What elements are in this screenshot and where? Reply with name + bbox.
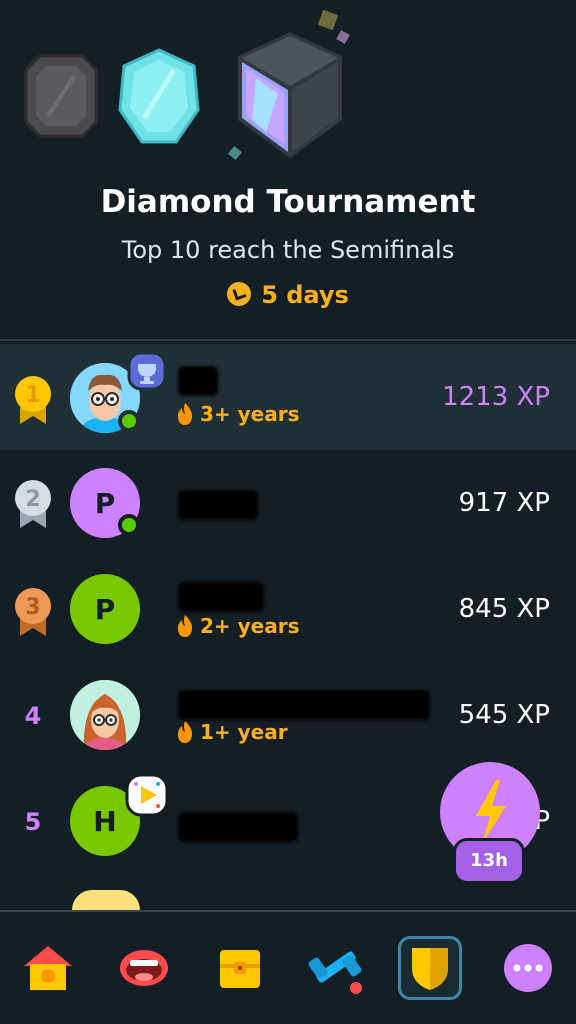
diamond-league-badge-icon bbox=[227, 9, 350, 161]
rank-label: 4 bbox=[24, 702, 42, 730]
video-badge-icon bbox=[125, 773, 169, 817]
redacted-username bbox=[178, 812, 298, 842]
treasure-chest-icon bbox=[220, 950, 260, 988]
header-divider bbox=[0, 339, 576, 341]
more-icon bbox=[504, 944, 552, 992]
bronze-medal-icon: 3 bbox=[15, 588, 51, 636]
xp-value: 545 XP bbox=[458, 700, 550, 730]
partial-avatar bbox=[72, 890, 140, 910]
redacted-username bbox=[178, 690, 430, 720]
streak-info: 3+ years bbox=[176, 402, 300, 426]
rank-label: 2 bbox=[25, 487, 40, 512]
xp-value: 917 XP bbox=[458, 488, 550, 518]
tournament-header: Diamond Tournament Top 10 reach the Semi… bbox=[0, 0, 576, 340]
rank-label: 1 bbox=[25, 383, 40, 408]
streak-label: 2+ years bbox=[200, 614, 300, 638]
flame-icon bbox=[177, 721, 193, 743]
bottom-tab-bar bbox=[0, 910, 576, 1024]
tab-home[interactable] bbox=[16, 936, 80, 1000]
avatar[interactable]: P bbox=[70, 574, 140, 644]
avatar-illustration-icon bbox=[70, 680, 140, 750]
clock-icon bbox=[227, 282, 252, 306]
streak-info: 2+ years bbox=[176, 614, 300, 638]
gold-medal-icon: 1 bbox=[15, 376, 51, 424]
flame-icon bbox=[177, 615, 193, 637]
amethyst-league-badge-icon bbox=[24, 54, 98, 138]
leaderboard-row[interactable]: 3 P 2+ years 845 XP bbox=[0, 556, 576, 662]
tab-chest[interactable] bbox=[208, 936, 272, 1000]
dumbbell-icon bbox=[308, 951, 362, 994]
leaderboard-row[interactable]: 4 1+ year 545 XP bbox=[0, 662, 576, 768]
avatar[interactable] bbox=[70, 680, 140, 750]
tournament-title: Diamond Tournament bbox=[100, 184, 476, 220]
tournament-subtitle: Top 10 reach the Semifinals bbox=[121, 236, 455, 264]
tab-leagues[interactable] bbox=[398, 936, 462, 1000]
streak-info: 1+ year bbox=[176, 720, 288, 744]
rank-label: 5 bbox=[24, 808, 42, 836]
tab-practice[interactable] bbox=[304, 936, 368, 1000]
sapphire-league-badge-icon bbox=[118, 48, 200, 144]
redacted-username bbox=[178, 366, 218, 396]
trophy-badge-icon bbox=[127, 351, 167, 391]
flame-icon bbox=[177, 403, 193, 425]
redacted-username bbox=[178, 582, 264, 612]
online-status-indicator bbox=[118, 514, 140, 536]
xp-value: 1213 XP bbox=[442, 382, 550, 412]
home-icon bbox=[24, 946, 72, 990]
league-shield-icon bbox=[412, 948, 448, 990]
leaderboard-row[interactable]: 2 P 917 XP bbox=[0, 450, 576, 556]
leaderboard-row[interactable]: 1 3+ years 1213 XP bbox=[0, 344, 576, 450]
rank-label: 3 bbox=[25, 595, 40, 620]
streak-label: 3+ years bbox=[200, 402, 300, 426]
tab-speaking[interactable] bbox=[112, 936, 176, 1000]
days-left-label: 5 days bbox=[261, 281, 349, 309]
silver-medal-icon: 2 bbox=[15, 480, 51, 528]
boost-timer: 13h bbox=[453, 838, 525, 884]
tab-more[interactable] bbox=[496, 936, 560, 1000]
time-remaining: 5 days bbox=[0, 281, 576, 309]
redacted-username bbox=[178, 490, 258, 520]
online-status-indicator bbox=[118, 410, 140, 432]
xp-value: 845 XP bbox=[458, 594, 550, 624]
speaking-mouth-icon bbox=[120, 950, 168, 986]
streak-label: 1+ year bbox=[200, 720, 288, 744]
